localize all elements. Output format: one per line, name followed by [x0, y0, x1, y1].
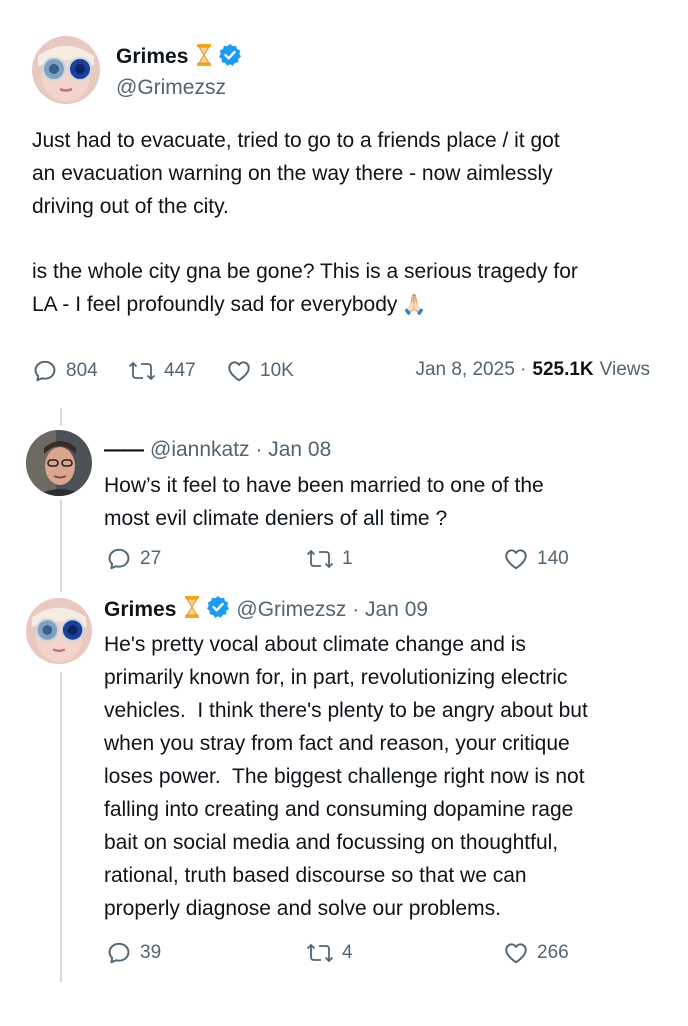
reply-1-like-button[interactable]: 140 — [503, 546, 569, 572]
reply-2-text: He's pretty vocal about climate change a… — [104, 633, 588, 920]
repost-button[interactable]: 447 — [128, 358, 196, 384]
avatar-image — [26, 430, 92, 496]
reply-1-repost-button[interactable]: 1 — [306, 546, 353, 572]
tweet-text-paragraph-1: Just had to evacuate, tried to go to a f… — [32, 129, 560, 218]
reply-1-reply-button[interactable]: 27 — [106, 546, 161, 572]
views-label: Views — [599, 359, 650, 380]
repost-icon — [128, 361, 156, 381]
repost-icon — [306, 549, 334, 569]
thread-connector-bottom — [60, 672, 62, 982]
display-name-dash[interactable]: —— — [104, 438, 144, 462]
reply-2-repost-button[interactable]: 4 — [306, 940, 353, 966]
main-author-row: Grimes — [116, 43, 242, 72]
like-icon — [505, 943, 527, 964]
tweet-text-paragraph-2-row: is the whole city gna be gone? This is a… — [32, 255, 672, 322]
like-count: 140 — [537, 548, 569, 569]
avatar-grimes-reply[interactable] — [26, 598, 92, 664]
reply-icon — [34, 360, 56, 382]
reply-count: 27 — [140, 548, 162, 569]
author-name[interactable]: Grimes — [116, 45, 188, 69]
reply-1-header: —— @iannkatz · Jan 08 — [104, 438, 331, 462]
tweet-text-paragraph-2: is the whole city gna be gone? This is a… — [32, 260, 578, 316]
avatar-grimes-main[interactable] — [32, 36, 100, 104]
timestamp-views: Jan 8, 2025 · 525.1K Views — [415, 359, 650, 381]
like-icon — [228, 361, 250, 382]
avatar-iannkatz[interactable] — [26, 430, 92, 496]
hourglass-icon — [184, 595, 200, 625]
reply-1-text: How’s it feel to have been married to on… — [104, 474, 544, 530]
reply-count: 804 — [66, 360, 98, 381]
like-count: 10K — [260, 360, 294, 381]
reply-2-handle-date[interactable]: @Grimezsz · Jan 09 — [236, 598, 428, 622]
reply-1-handle-date[interactable]: @iannkatz · Jan 08 — [150, 438, 331, 462]
repost-icon — [306, 943, 334, 963]
like-button[interactable]: 10K — [226, 358, 294, 384]
views-count: 525.1K — [532, 359, 594, 380]
praying-hands-emoji: 🙏🏻 — [401, 294, 427, 316]
reply-2-reply-button[interactable]: 39 — [106, 940, 161, 966]
hourglass-icon — [196, 43, 212, 72]
reply-count: 39 — [140, 942, 162, 963]
reply-2-like-button[interactable]: 266 — [503, 940, 569, 966]
tweet-date[interactable]: Jan 8, 2025 · — [415, 359, 526, 381]
reply-icon — [108, 942, 130, 964]
like-icon — [505, 549, 527, 570]
verified-badge-icon — [206, 595, 230, 625]
verified-badge-icon — [218, 43, 242, 72]
avatar-image — [32, 36, 100, 104]
author-handle[interactable]: @Grimezsz — [116, 76, 226, 100]
avatar-image — [26, 598, 92, 664]
repost-count: 1 — [342, 548, 353, 569]
repost-count: 4 — [342, 942, 353, 963]
reply-2-header: Grimes @Grimezsz · Jan 09 — [104, 595, 428, 625]
thread-connector-top — [60, 408, 62, 426]
reply-icon — [108, 548, 130, 570]
repost-count: 447 — [164, 360, 196, 381]
reply-button[interactable]: 804 — [32, 358, 98, 384]
like-count: 266 — [537, 942, 569, 963]
reply-2-author-name[interactable]: Grimes — [104, 598, 176, 622]
thread-connector-middle — [60, 500, 62, 592]
